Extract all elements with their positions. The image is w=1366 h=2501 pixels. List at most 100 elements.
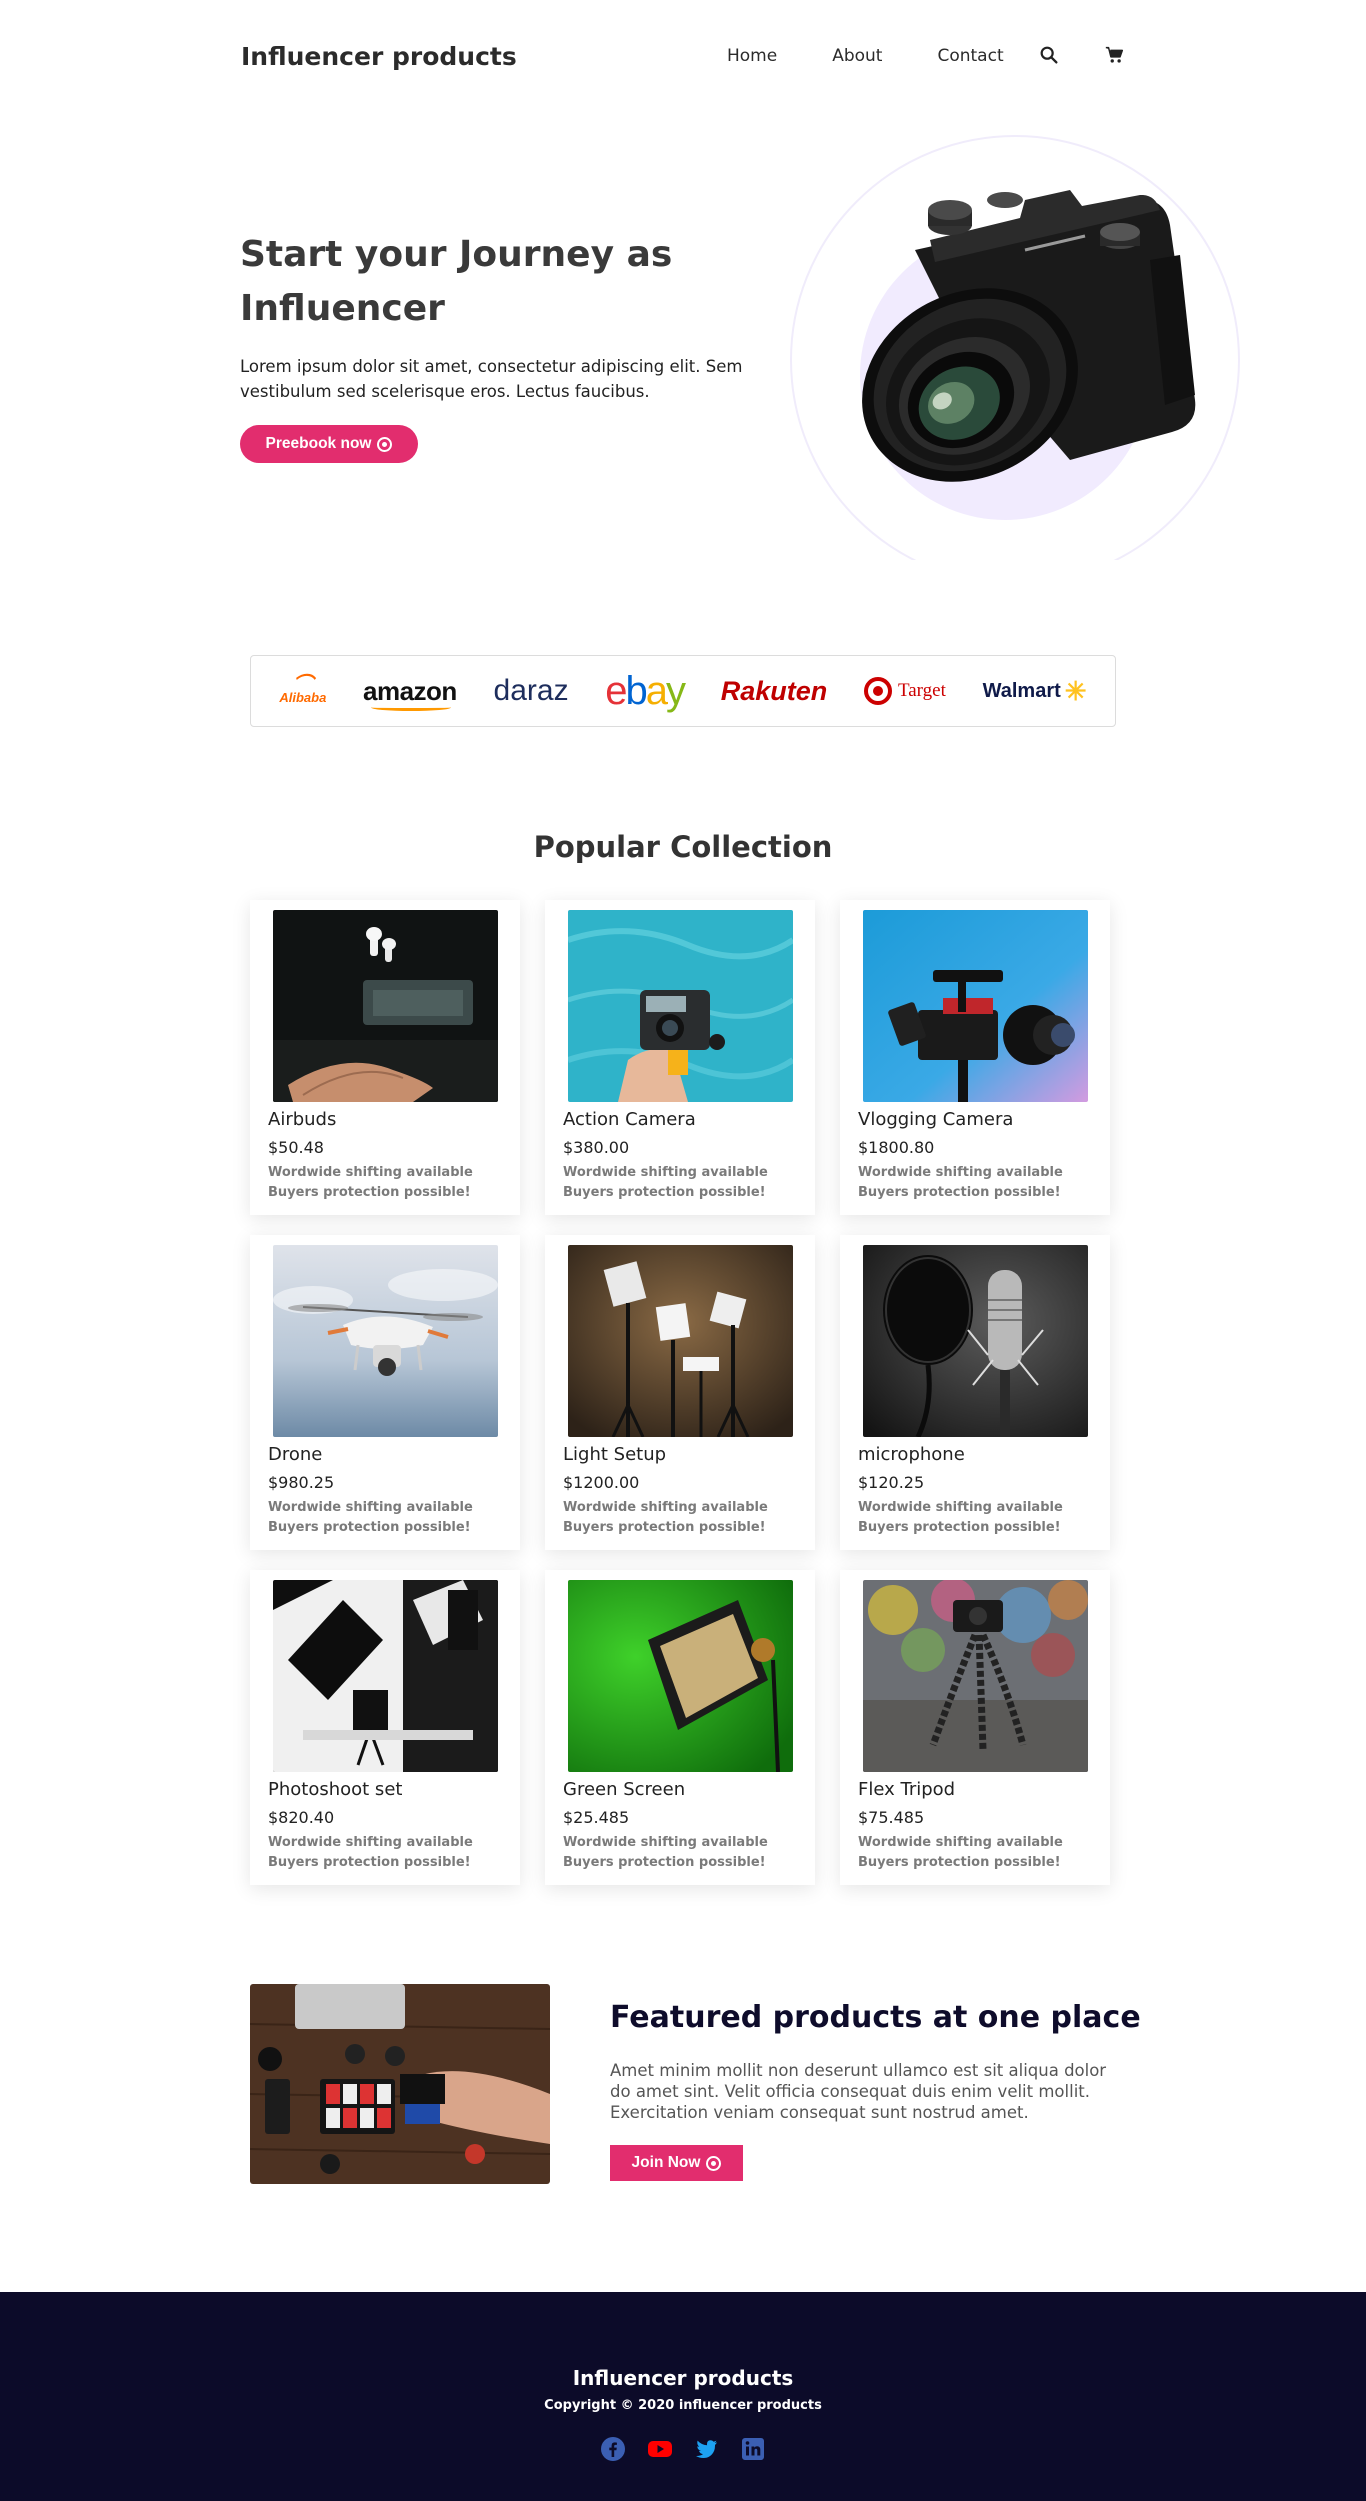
product-image-drone xyxy=(273,1245,498,1437)
product-shipping-note: Wordwide shifting available Buyers prote… xyxy=(268,1163,502,1203)
product-image-microphone xyxy=(863,1245,1088,1437)
product-price: $380.00 xyxy=(563,1138,630,1157)
product-card[interactable]: Flex Tripod $75.485 Wordwide shifting av… xyxy=(840,1570,1110,1885)
twitter-icon[interactable] xyxy=(693,2436,719,2462)
product-card[interactable]: Airbuds $50.48 Wordwide shifting availab… xyxy=(250,900,520,1215)
hero-image xyxy=(780,120,1260,560)
product-card[interactable]: Green Screen $25.485 Wordwide shifting a… xyxy=(545,1570,815,1885)
product-image-photoshoot-set xyxy=(273,1580,498,1772)
featured-description: Amet minim mollit non deserunt ullamco e… xyxy=(610,2061,1107,2122)
nav-about-link[interactable]: About xyxy=(832,46,882,66)
product-image-action-camera xyxy=(568,910,793,1102)
product-card[interactable]: microphone $120.25 Wordwide shifting ava… xyxy=(840,1235,1110,1550)
daraz-logo[interactable]: daraz xyxy=(494,674,569,708)
product-shipping-note: Wordwide shifting available Buyers prote… xyxy=(268,1498,502,1538)
hero-title: Start your Journey as Influencer xyxy=(240,234,673,329)
product-price: $75.485 xyxy=(858,1808,925,1827)
product-image-green-screen xyxy=(568,1580,793,1772)
alibaba-logo[interactable]: ⌒ Alibaba xyxy=(279,675,326,704)
product-shipping-note: Wordwide shifting available Buyers prote… xyxy=(858,1163,1092,1203)
shipping-text: Wordwide shifting available xyxy=(858,1165,1063,1180)
ebay-letter-b: b xyxy=(625,668,648,713)
prebook-button-label: Preebook now xyxy=(265,435,372,452)
product-name: Light Setup xyxy=(563,1444,667,1465)
linkedin-icon[interactable] xyxy=(740,2436,766,2462)
brand-logo[interactable]: Influencer products xyxy=(241,42,517,71)
protection-text: Buyers protection possible! xyxy=(563,1855,766,1870)
product-price: $1800.80 xyxy=(858,1138,935,1157)
product-name: Vlogging Camera xyxy=(858,1109,1014,1130)
shipping-text: Wordwide shifting available xyxy=(268,1165,473,1180)
protection-text: Buyers protection possible! xyxy=(563,1185,766,1200)
product-shipping-note: Wordwide shifting available Buyers prote… xyxy=(858,1498,1092,1538)
shipping-text: Wordwide shifting available xyxy=(563,1165,768,1180)
product-shipping-note: Wordwide shifting available Buyers prote… xyxy=(858,1833,1092,1873)
rakuten-logo[interactable]: Rakuten xyxy=(721,676,828,707)
join-now-button[interactable]: Join Now xyxy=(610,2145,743,2181)
product-name: Green Screen xyxy=(563,1779,686,1800)
product-shipping-note: Wordwide shifting available Buyers prote… xyxy=(563,1498,797,1538)
footer-copyright: Copyright © 2020 influencer products xyxy=(544,2398,822,2413)
protection-text: Buyers protection possible! xyxy=(858,1185,1061,1200)
amazon-logo[interactable]: amazon xyxy=(363,676,457,711)
product-name: Drone xyxy=(268,1444,323,1465)
shipping-text: Wordwide shifting available xyxy=(268,1835,473,1850)
target-bullseye-icon xyxy=(863,677,892,705)
join-now-label: Join Now xyxy=(631,2154,701,2171)
cart-icon[interactable] xyxy=(1104,44,1126,66)
shipping-text: Wordwide shifting available xyxy=(563,1500,768,1515)
ebay-letter-e: e xyxy=(605,668,627,713)
footer-brand: Influencer products xyxy=(572,2366,794,2390)
product-card[interactable]: Action Camera $380.00 Wordwide shifting … xyxy=(545,900,815,1215)
ebay-logo[interactable]: ebay xyxy=(605,668,686,714)
featured-image xyxy=(250,1984,550,2184)
footer xyxy=(0,2292,1366,2501)
product-name: microphone xyxy=(858,1444,965,1465)
walmart-logo[interactable]: Walmart ✳ xyxy=(983,676,1087,707)
product-shipping-note: Wordwide shifting available Buyers prote… xyxy=(563,1833,797,1873)
product-price: $50.48 xyxy=(268,1138,324,1157)
walmart-spark-icon: ✳ xyxy=(1064,675,1087,706)
ebay-letter-a: a xyxy=(645,668,668,713)
shipping-text: Wordwide shifting available xyxy=(858,1500,1063,1515)
target-logo[interactable]: Target xyxy=(863,677,946,705)
product-grid: Airbuds $50.48 Wordwide shifting availab… xyxy=(250,900,1116,1885)
product-name: Action Camera xyxy=(563,1109,696,1130)
nav-home-link[interactable]: Home xyxy=(727,46,777,66)
partner-logos-strip: ⌒ Alibaba amazon daraz ebay Rakuten Targ… xyxy=(250,655,1116,727)
shipping-text: Wordwide shifting available xyxy=(268,1500,473,1515)
product-card[interactable]: Photoshoot set $820.40 Wordwide shifting… xyxy=(250,1570,520,1885)
youtube-icon[interactable] xyxy=(647,2436,673,2462)
shipping-text: Wordwide shifting available xyxy=(858,1835,1063,1850)
protection-text: Buyers protection possible! xyxy=(268,1185,471,1200)
product-card[interactable]: Vlogging Camera $1800.80 Wordwide shifti… xyxy=(840,900,1110,1215)
protection-text: Buyers protection possible! xyxy=(268,1520,471,1535)
camera-illustration xyxy=(862,190,1196,482)
target-circle-icon xyxy=(377,436,393,452)
product-price: $1200.00 xyxy=(563,1473,640,1492)
target-logo-text: Target xyxy=(897,680,946,701)
protection-text: Buyers protection possible! xyxy=(858,1855,1061,1870)
protection-text: Buyers protection possible! xyxy=(268,1855,471,1870)
ebay-letter-y: y xyxy=(666,668,686,713)
protection-text: Buyers protection possible! xyxy=(858,1520,1061,1535)
product-shipping-note: Wordwide shifting available Buyers prote… xyxy=(563,1163,797,1203)
social-links xyxy=(600,2436,766,2462)
product-shipping-note: Wordwide shifting available Buyers prote… xyxy=(268,1833,502,1873)
product-card[interactable]: Drone $980.25 Wordwide shifting availabl… xyxy=(250,1235,520,1550)
product-price: $820.40 xyxy=(268,1808,335,1827)
nav-contact-link[interactable]: Contact xyxy=(937,46,1003,66)
target-circle-icon xyxy=(706,2155,722,2171)
product-price: $120.25 xyxy=(858,1473,925,1492)
product-card[interactable]: Light Setup $1200.00 Wordwide shifting a… xyxy=(545,1235,815,1550)
featured-title: Featured products at one place xyxy=(610,2000,1141,2035)
product-name: Airbuds xyxy=(268,1109,337,1130)
product-price: $980.25 xyxy=(268,1473,335,1492)
navbar: Influencer products Home About Contact xyxy=(0,0,1366,115)
product-name: Photoshoot set xyxy=(268,1779,403,1800)
product-image-flex-tripod xyxy=(863,1580,1088,1772)
prebook-button[interactable]: Preebook now xyxy=(240,425,418,463)
search-icon[interactable] xyxy=(1038,44,1060,66)
facebook-icon[interactable] xyxy=(600,2436,626,2462)
product-image-airbuds xyxy=(273,910,498,1102)
